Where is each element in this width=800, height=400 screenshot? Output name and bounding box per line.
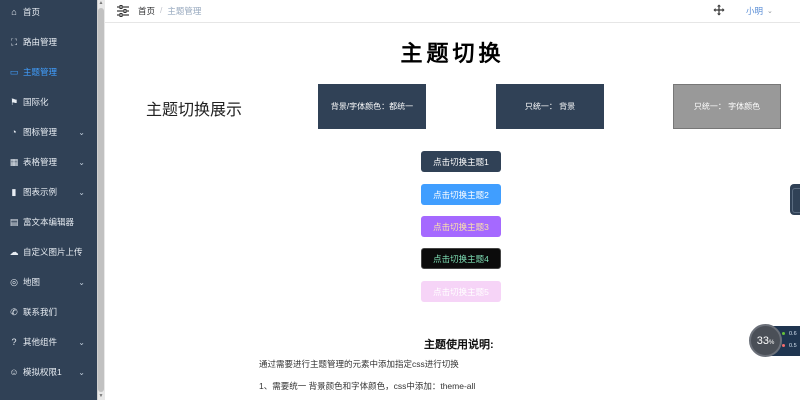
user-menu[interactable]: 小明 ⌄ — [746, 5, 773, 17]
chevron-down-icon: ⌄ — [78, 277, 85, 287]
fullscreen-move-icon[interactable] — [713, 4, 725, 16]
usage-title: 主题使用说明: — [424, 339, 494, 351]
router-icon: ⛶ — [10, 36, 18, 47]
phone-icon: ✆ — [10, 306, 18, 317]
chevron-down-icon: ⌄ — [78, 187, 85, 197]
switch-theme-4-button[interactable]: 点击切换主题4 — [421, 248, 501, 269]
home-icon: ⌂ — [11, 6, 17, 17]
sidebar-item-label: 地图 — [23, 277, 41, 287]
chevron-down-icon: ⌄ — [78, 157, 85, 167]
sidebar-item-label: 路由管理 — [23, 37, 58, 47]
sidebar-item-8[interactable]: ☁ 自定义图片上传 — [0, 237, 97, 267]
switch-theme-1-button[interactable]: 点击切换主题1 — [421, 151, 501, 172]
sidebar-item-0[interactable]: ⌂ 首页 — [0, 0, 97, 27]
demo-box-background-only: 只统一： 背景 — [496, 84, 604, 129]
switch-theme-5-button[interactable]: 点击切换主题5 — [421, 281, 501, 302]
palette-icon: ▭ — [9, 66, 19, 77]
chevron-down-icon: ⌄ — [78, 127, 85, 137]
sidebar-item-label: 模拟权限1 — [23, 367, 62, 377]
sidebar-item-label: 国际化 — [23, 97, 49, 107]
sidebar-item-label: 图表示例 — [23, 187, 58, 197]
sidebar-item-7[interactable]: ▤ 富文本编辑器 — [0, 207, 97, 237]
chevron-down-icon: ⌄ — [767, 8, 773, 15]
sidebar-toggle-icon[interactable] — [116, 4, 130, 18]
breadcrumb-home-link[interactable]: 首页 — [138, 5, 155, 17]
sidebar-item-6[interactable]: ▮ 图表示例 ⌄ — [0, 177, 97, 207]
scroll-down-arrow-icon[interactable]: ▼ — [98, 393, 104, 399]
sidebar-item-label: 表格管理 — [23, 157, 58, 167]
scroll-up-arrow-icon[interactable]: ▲ — [98, 0, 104, 6]
map-icon: ◎ — [10, 276, 18, 287]
speed-ball-widget[interactable]: 33% — [749, 324, 782, 357]
sidebar-item-9[interactable]: ◎ 地图 ⌄ — [0, 267, 97, 297]
cloud-upload-icon: ☁ — [9, 246, 19, 257]
download-dot-icon — [782, 344, 785, 348]
breadcrumb: 首页 / 主题管理 — [138, 5, 201, 17]
speed-percent-unit: % — [768, 339, 775, 346]
usage-line: 通过需要进行主题管理的元素中添加指定css进行切换 — [259, 359, 459, 369]
upload-speed: 0.6 — [782, 331, 797, 337]
sidebar-item-label: 自定义图片上传 — [23, 247, 83, 257]
upload-speed-value: 0.6 — [789, 331, 797, 337]
sidebar-item-label: 图标管理 — [23, 127, 58, 137]
usage-line: 1、需要统一 背景颜色和字体颜色，css中添加：theme-all — [259, 381, 476, 391]
question-icon: ? — [11, 336, 17, 347]
download-speed: 0.5 — [782, 343, 797, 349]
sidebar-scrollbar-thumb[interactable] — [98, 8, 104, 392]
switch-theme-3-button[interactable]: 点击切换主题3 — [421, 216, 501, 237]
sidebar-item-label: 富文本编辑器 — [23, 217, 75, 227]
sidebar-item-5[interactable]: ▦ 表格管理 ⌄ — [0, 147, 97, 177]
sidebar-item-label: 主题管理 — [23, 67, 58, 77]
navbar: 首页 / 主题管理 小明 ⌄ — [105, 0, 800, 23]
settings-drawer-tab[interactable] — [790, 184, 800, 215]
table-icon: ▦ — [9, 156, 19, 167]
download-speed-value: 0.5 — [789, 343, 797, 349]
demo-box-font-color-only: 只统一： 字体颜色 — [673, 84, 781, 129]
chevron-down-icon: ⌄ — [78, 367, 85, 377]
sidebar-item-12[interactable]: ☺ 模拟权限1 ⌄ — [0, 357, 97, 387]
breadcrumb-current: 主题管理 — [167, 6, 202, 16]
sidebar: ⌂ 首页 ⛶ 路由管理 ▭ 主题管理 ⚑ 国际化 ◔ 图标管理 ⌄ ▦ 表格管理 ⌄ ▮ 图表示例 ⌄ ▤ 富文本编… — [0, 0, 97, 400]
sidebar-item-3[interactable]: ⚑ 国际化 — [0, 87, 97, 117]
sidebar-item-4[interactable]: ◔ 图标管理 ⌄ — [0, 117, 97, 147]
sidebar-item-10[interactable]: ✆ 联系我们 — [0, 297, 97, 327]
user-name: 小明 — [746, 6, 764, 16]
sidebar-item-2[interactable]: ▭ 主题管理 — [0, 57, 97, 87]
sidebar-item-label: 联系我们 — [23, 307, 58, 317]
chevron-down-icon: ⌄ — [78, 337, 85, 347]
sidebar-item-label: 其他组件 — [23, 337, 58, 347]
sidebar-item-1[interactable]: ⛶ 路由管理 — [0, 27, 97, 57]
page-title: 主题切换 — [400, 42, 505, 67]
dashboard-icon: ◔ — [11, 126, 17, 137]
speed-percent: 33 — [756, 334, 769, 347]
upload-dot-icon — [782, 332, 785, 336]
breadcrumb-separator: / — [160, 5, 163, 15]
flag-icon: ⚑ — [9, 96, 19, 107]
switch-theme-2-button[interactable]: 点击切换主题2 — [421, 184, 501, 205]
showcase-label: 主题切换展示 — [146, 100, 243, 119]
document-icon: ▤ — [9, 216, 19, 227]
demo-box-all-unified: 背景/字体颜色：都统一 — [318, 84, 426, 129]
sidebar-item-label: 首页 — [23, 7, 41, 17]
bar-chart-icon: ▮ — [11, 186, 17, 197]
sidebar-item-11[interactable]: ? 其他组件 ⌄ — [0, 327, 97, 357]
user-icon: ☺ — [9, 366, 19, 377]
